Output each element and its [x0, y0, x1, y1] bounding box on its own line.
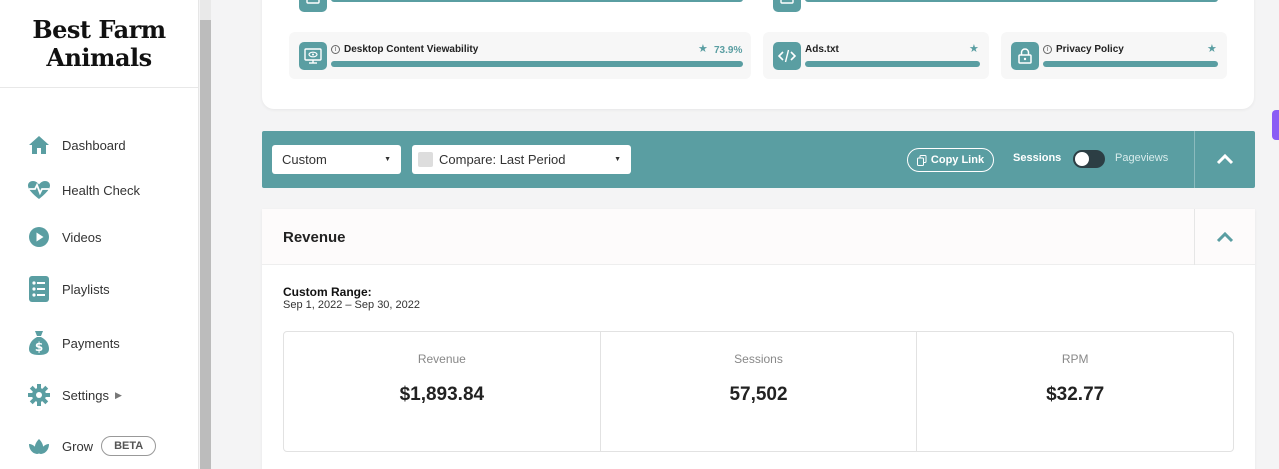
sidebar-item-label: Dashboard — [62, 137, 126, 153]
stat-label: Revenue — [417, 352, 466, 366]
copy-icon — [916, 154, 927, 166]
dropdown-caret-icon: ▼ — [614, 156, 621, 163]
custom-range-label: Custom Range: — [283, 285, 372, 299]
health-check-card: i Desktop Content Viewability ★ 73.9% Ads… — [262, 0, 1254, 109]
sidebar-item-label: Videos — [62, 229, 102, 245]
custom-range-value: Sep 1, 2022 – Sep 30, 2022 — [283, 299, 421, 311]
filter-collapse-button[interactable] — [1194, 131, 1255, 188]
side-widget-tab[interactable] — [1272, 110, 1279, 140]
metric-label: Privacy Policy — [1056, 44, 1124, 55]
dropdown-caret-icon: ▼ — [384, 156, 391, 163]
toggle-label-sessions: Sessions — [1013, 152, 1062, 164]
code-icon — [773, 42, 801, 70]
caret-right-icon: ▶ — [114, 389, 122, 400]
star-icon: ★ — [969, 43, 979, 55]
sidebar: Best Farm Animals Dashboard Health Check … — [0, 0, 199, 469]
sidebar-item-label: Grow — [62, 438, 94, 454]
copy-link-button[interactable]: Copy Link — [907, 148, 994, 172]
metric-desktop-viewability[interactable]: i Desktop Content Viewability ★ 73.9% — [289, 32, 751, 79]
stat-sessions: Sessions 57,502 — [601, 332, 918, 451]
chevron-up-icon — [1216, 231, 1234, 242]
metric-icon — [299, 0, 327, 12]
star-icon: ★ — [1207, 43, 1217, 55]
revenue-card: Revenue Custom Range: Sep 1, 2022 – Sep … — [262, 209, 1255, 469]
sidebar-item-videos[interactable]: Videos — [26, 223, 102, 251]
play-circle-icon — [26, 224, 52, 250]
info-icon[interactable]: i — [1043, 45, 1052, 54]
logo[interactable]: Best Farm Animals — [0, 0, 198, 88]
metric-progress-bar — [1043, 61, 1218, 67]
metric-value: 73.9% — [714, 45, 743, 56]
logo-line-2: Animals — [46, 42, 152, 72]
stat-revenue: Revenue $1,893.84 — [284, 332, 601, 451]
sidebar-item-label: Health Check — [62, 182, 141, 198]
date-range-select[interactable]: Custom ▼ — [272, 145, 401, 174]
stat-rpm: RPM $32.77 — [917, 332, 1233, 451]
heartbeat-icon — [26, 177, 52, 203]
revenue-collapse-button[interactable] — [1194, 209, 1255, 265]
stat-value: $1,893.84 — [399, 384, 485, 405]
sessions-pageviews-toggle[interactable] — [1073, 150, 1105, 168]
metric-label: Ads.txt — [805, 44, 839, 55]
svg-text:$: $ — [35, 340, 43, 354]
lock-icon — [1011, 42, 1039, 70]
stat-label: Sessions — [734, 352, 783, 366]
star-icon: ★ — [698, 43, 708, 55]
money-bag-icon: $ — [26, 330, 52, 356]
toggle-label-pageviews: Pageviews — [1115, 152, 1169, 164]
list-icon — [26, 276, 52, 302]
chevron-up-icon — [1216, 154, 1234, 165]
metric-privacy-policy[interactable]: i Privacy Policy ★ — [1001, 32, 1227, 79]
logo-line-1: Best Farm — [32, 14, 166, 44]
compare-value: Compare: Last Period — [439, 152, 566, 167]
sidebar-item-playlists[interactable]: Playlists — [26, 275, 110, 303]
sidebar-item-settings[interactable]: Settings ▶ — [26, 381, 122, 409]
metric-progress-bar — [331, 61, 743, 67]
metric-progress-bar — [331, 0, 743, 2]
stat-value: $32.77 — [1046, 384, 1105, 405]
copy-link-label: Copy Link — [930, 154, 985, 166]
sidebar-item-label: Settings — [62, 387, 109, 403]
info-icon[interactable]: i — [331, 45, 340, 54]
scrollbar-thumb[interactable] — [200, 20, 211, 469]
sidebar-item-health-check[interactable]: Health Check — [26, 176, 140, 204]
metric-label: Desktop Content Viewability — [344, 44, 479, 55]
revenue-header: Revenue — [262, 209, 1255, 265]
beta-badge: BETA — [101, 436, 157, 456]
sidebar-scrollbar[interactable] — [200, 0, 211, 469]
filter-bar: Custom ▼ Compare: Last Period ▼ Copy Lin… — [262, 131, 1255, 188]
compare-select[interactable]: Compare: Last Period ▼ — [412, 145, 631, 174]
sidebar-item-label: Payments — [62, 335, 120, 351]
monitor-eye-icon — [299, 42, 327, 70]
revenue-stats: Revenue $1,893.84 Sessions 57,502 RPM $3… — [283, 331, 1234, 452]
home-icon — [26, 132, 52, 158]
metric-progress-bar — [805, 61, 980, 67]
date-range-value: Custom — [282, 152, 327, 167]
revenue-title: Revenue — [283, 229, 346, 246]
gear-icon — [26, 382, 52, 408]
sidebar-item-dashboard[interactable]: Dashboard — [26, 131, 126, 159]
stat-value: 57,502 — [729, 384, 788, 405]
metric-ads-txt[interactable]: Ads.txt ★ — [763, 32, 989, 79]
metric-progress-bar — [805, 0, 1218, 2]
sidebar-item-label: Playlists — [62, 281, 110, 297]
sidebar-item-grow[interactable]: Grow BETA — [26, 432, 157, 460]
leaf-icon — [26, 433, 52, 459]
sidebar-item-payments[interactable]: $ Payments — [26, 329, 120, 357]
stat-label: RPM — [1061, 352, 1089, 366]
color-swatch — [418, 152, 433, 167]
toggle-knob — [1075, 152, 1089, 166]
metric-icon — [773, 0, 801, 12]
